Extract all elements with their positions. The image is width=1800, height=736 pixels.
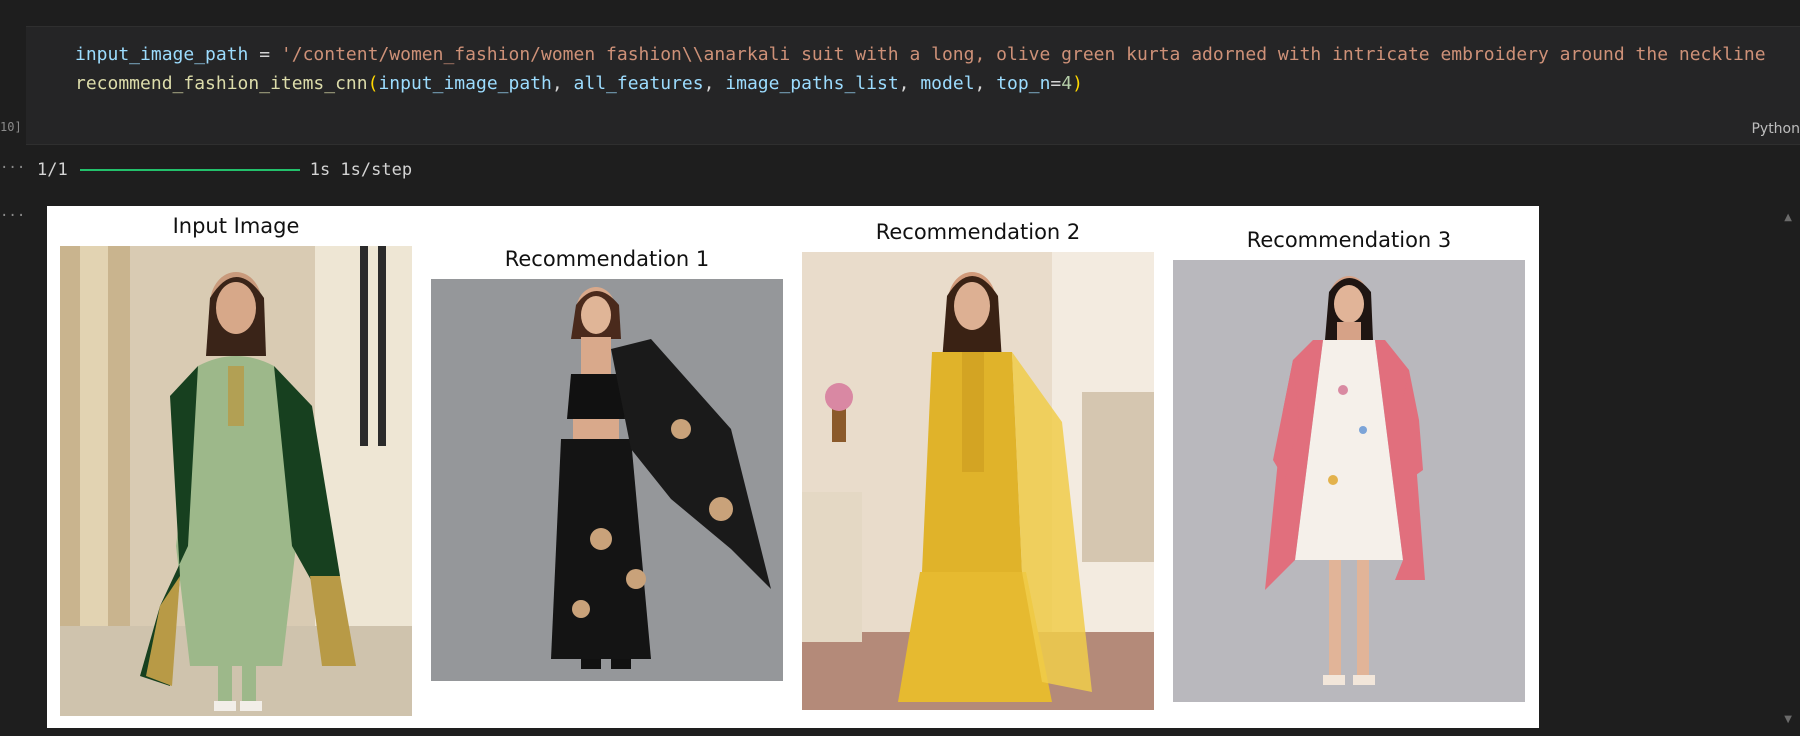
token-number: 4 bbox=[1061, 73, 1073, 94]
token-separator: , bbox=[703, 73, 726, 94]
token-operator: = bbox=[248, 44, 281, 65]
output-gutter-marker[interactable]: ... bbox=[0, 156, 25, 172]
code-line-2[interactable]: recommend_fashion_items_cnn(input_image_… bbox=[75, 73, 1083, 94]
token-function: recommend_fashion_items_cnn bbox=[75, 73, 368, 94]
scroll-down-icon[interactable]: ▼ bbox=[1784, 714, 1792, 725]
token-operator: = bbox=[1050, 73, 1062, 94]
panel-title-recommendation-1: Recommendation 1 bbox=[504, 247, 710, 271]
progress-bar-fill bbox=[79, 169, 300, 171]
token-arg: all_features bbox=[573, 73, 704, 94]
code-cell[interactable]: input_image_path = '/content/women_fashi… bbox=[26, 26, 1800, 145]
recommendation-2-image bbox=[802, 252, 1154, 710]
execution-count: 10] bbox=[0, 120, 22, 134]
output-gutter-marker[interactable]: ... bbox=[0, 204, 25, 220]
recommendation-3-image bbox=[1173, 260, 1525, 702]
panel-title-recommendation-3: Recommendation 3 bbox=[1246, 228, 1452, 252]
progress-step-label: 1/1 bbox=[37, 160, 68, 180]
output-figure: Input Image Recommendation 1 Recommendat… bbox=[47, 206, 1539, 728]
progress-output: 1/1 1s 1s/step bbox=[37, 158, 412, 182]
panel-title-input: Input Image bbox=[172, 214, 300, 238]
cell-language-label[interactable]: Python bbox=[1751, 121, 1800, 137]
token-separator: , bbox=[974, 73, 997, 94]
input-image bbox=[60, 246, 412, 716]
progress-time: 1s 1s/step bbox=[309, 160, 413, 180]
panel-title-recommendation-2: Recommendation 2 bbox=[875, 220, 1081, 244]
token-paren-close: ) bbox=[1072, 73, 1083, 94]
token-variable: input_image_path bbox=[75, 44, 249, 65]
code-line-1[interactable]: input_image_path = '/content/women_fashi… bbox=[75, 44, 1766, 65]
token-arg: model bbox=[920, 73, 975, 94]
progress-bar bbox=[79, 169, 300, 171]
token-arg: top_n bbox=[996, 73, 1051, 94]
token-separator: , bbox=[898, 73, 921, 94]
token-string: '/content/women_fashion/women fashion\\a… bbox=[280, 44, 1766, 65]
token-arg: input_image_path bbox=[378, 73, 552, 94]
token-separator: , bbox=[551, 73, 574, 94]
recommendation-1-image bbox=[431, 279, 783, 681]
token-arg: image_paths_list bbox=[725, 73, 899, 94]
previous-cell-edge bbox=[0, 0, 1800, 26]
scroll-up-icon[interactable]: ▲ bbox=[1784, 212, 1792, 223]
token-paren-open: ( bbox=[367, 73, 379, 94]
